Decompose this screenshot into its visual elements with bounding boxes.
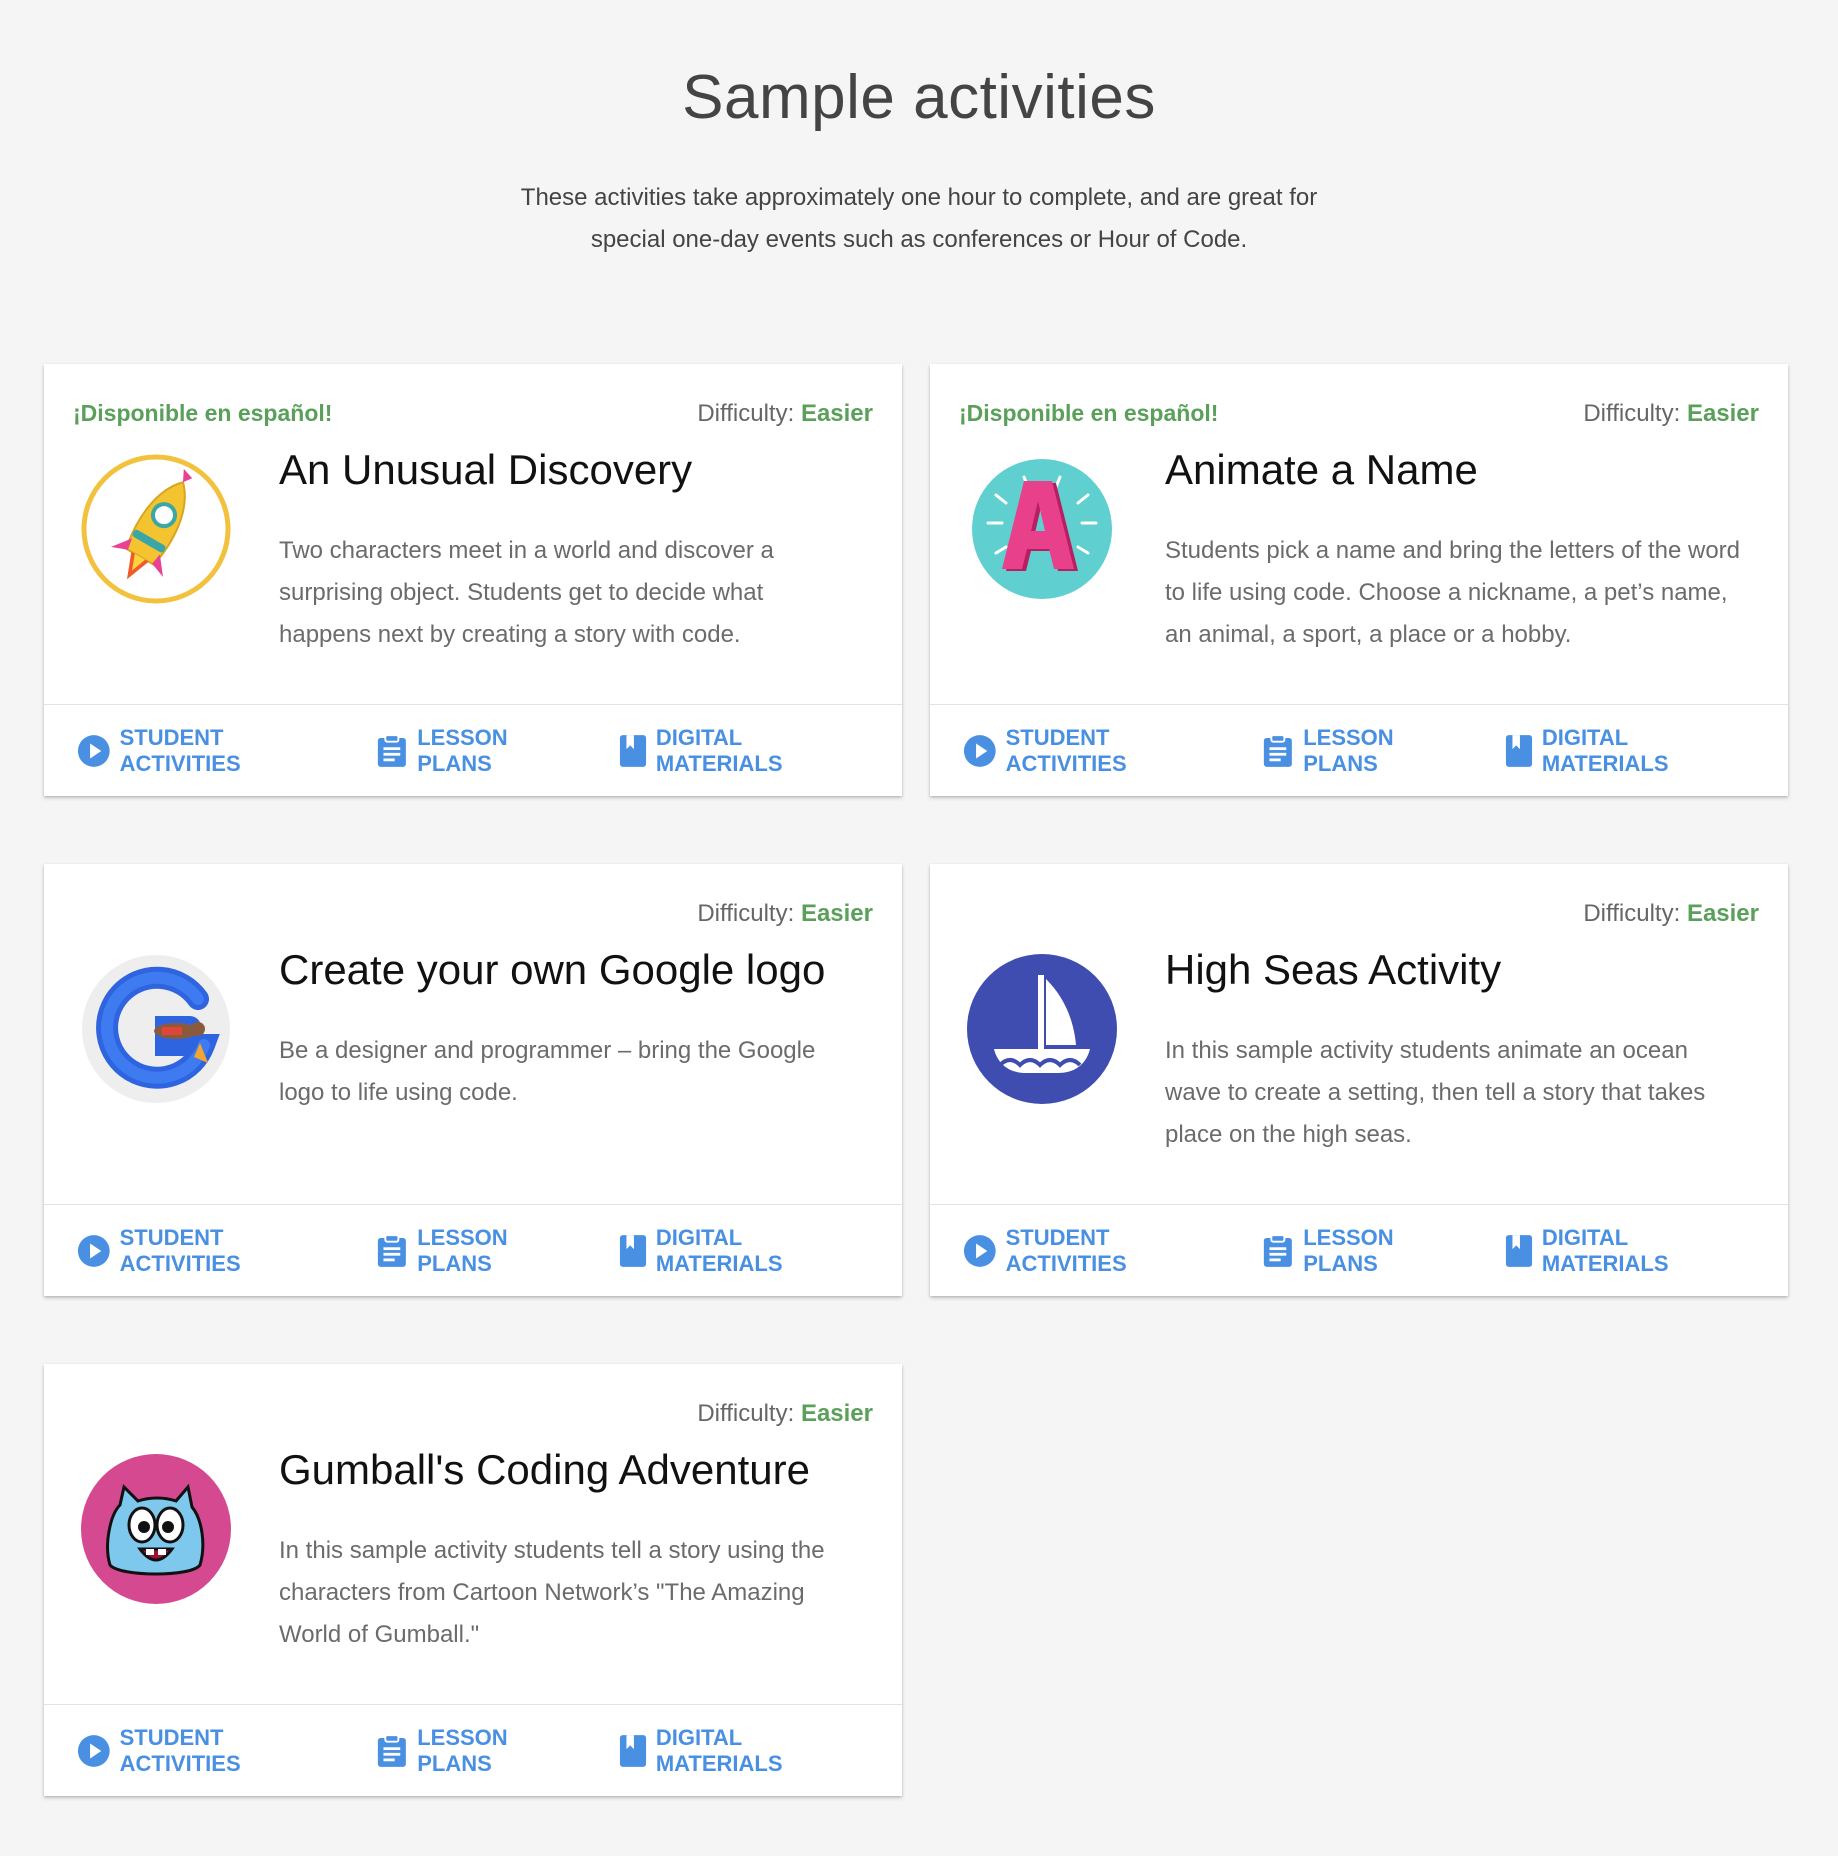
digital-materials-label: DIGITAL MATERIALS: [655, 1724, 783, 1776]
clipboard-icon: [1264, 1233, 1293, 1267]
digital-materials-label: DIGITAL MATERIALS: [1541, 1224, 1669, 1276]
clipboard-icon: [378, 733, 407, 767]
activity-card-unusual-discovery: ¡Disponible en español! Difficulty: Easi…: [44, 364, 902, 796]
activity-card-gumball: Difficulty: Easier Gumball's Coding Adve…: [44, 1364, 902, 1796]
digital-materials-link[interactable]: DIGITAL MATERIALS: [619, 725, 860, 777]
lesson-plans-label: LESSON PLANS: [417, 1724, 508, 1776]
digital-materials-link[interactable]: DIGITAL MATERIALS: [619, 1225, 860, 1277]
difficulty-level: Easier: [800, 900, 873, 927]
student-activities-label: STUDENT ACTIVITIES: [119, 724, 241, 776]
book-icon: [619, 1734, 646, 1767]
card-actions: STUDENT ACTIVITIES LESSON PLANS DIGITAL …: [930, 1204, 1788, 1296]
page-subtitle: These activities take approximately one …: [520, 184, 1318, 253]
lesson-plans-link[interactable]: LESSON PLANS: [1262, 725, 1462, 777]
difficulty-level: Easier: [800, 400, 873, 427]
card-description: Be a designer and programmer – bring the…: [279, 1037, 816, 1106]
digital-materials-label: DIGITAL MATERIALS: [655, 1224, 783, 1276]
student-activities-link[interactable]: STUDENT ACTIVITIES: [77, 725, 334, 777]
lesson-plans-link[interactable]: LESSON PLANS: [376, 725, 576, 777]
lesson-plans-link[interactable]: LESSON PLANS: [376, 1725, 576, 1777]
gumball-icon: [80, 1453, 232, 1605]
difficulty-indicator: Difficulty: Easier: [697, 900, 873, 928]
card-description: Two characters meet in a world and disco…: [279, 537, 774, 648]
card-description: In this sample activity students tell a …: [279, 1537, 825, 1648]
lesson-plans-label: LESSON PLANS: [417, 1224, 508, 1276]
card-actions: STUDENT ACTIVITIES LESSON PLANS DIGITAL …: [44, 1204, 902, 1296]
letter-a-icon: [966, 453, 1118, 605]
digital-materials-link[interactable]: DIGITAL MATERIALS: [1505, 725, 1746, 777]
book-icon: [619, 734, 646, 767]
difficulty-indicator: Difficulty: Easier: [697, 1400, 873, 1428]
card-title: Animate a Name: [1165, 446, 1478, 493]
lesson-plans-label: LESSON PLANS: [1303, 724, 1394, 776]
spanish-available-tag: ¡Disponible en español!: [959, 400, 1219, 426]
card-actions: STUDENT ACTIVITIES LESSON PLANS DIGITAL …: [44, 704, 902, 796]
student-activities-link[interactable]: STUDENT ACTIVITIES: [963, 1225, 1220, 1277]
lesson-plans-label: LESSON PLANS: [417, 724, 508, 776]
digital-materials-link[interactable]: DIGITAL MATERIALS: [619, 1725, 860, 1777]
difficulty-level: Easier: [1686, 400, 1759, 427]
student-activities-label: STUDENT ACTIVITIES: [1005, 724, 1127, 776]
activity-card-high-seas: Difficulty: Easier High Seas Activity In…: [930, 864, 1788, 1296]
page-header: Sample activities These activities take …: [0, 0, 1838, 261]
clipboard-icon: [378, 1733, 407, 1767]
difficulty-indicator: Difficulty: Easier: [1583, 400, 1759, 428]
card-title: High Seas Activity: [1165, 946, 1502, 993]
difficulty-label: Difficulty:: [1583, 900, 1681, 927]
card-title: Create your own Google logo: [279, 946, 826, 993]
student-activities-link[interactable]: STUDENT ACTIVITIES: [77, 1225, 334, 1277]
digital-materials-label: DIGITAL MATERIALS: [655, 724, 783, 776]
card-description: Students pick a name and bring the lette…: [1165, 537, 1741, 648]
card-actions: STUDENT ACTIVITIES LESSON PLANS DIGITAL …: [44, 1704, 902, 1796]
difficulty-level: Easier: [1686, 900, 1759, 927]
spanish-available-tag: ¡Disponible en español!: [73, 400, 333, 426]
digital-materials-label: DIGITAL MATERIALS: [1541, 724, 1669, 776]
student-activities-link[interactable]: STUDENT ACTIVITIES: [963, 725, 1220, 777]
card-title: An Unusual Discovery: [279, 446, 693, 493]
digital-materials-link[interactable]: DIGITAL MATERIALS: [1505, 1225, 1746, 1277]
play-circle-icon: [963, 1234, 996, 1267]
book-icon: [1505, 1234, 1532, 1267]
card-title: Gumball's Coding Adventure: [279, 1446, 810, 1493]
student-activities-label: STUDENT ACTIVITIES: [1005, 1224, 1127, 1276]
student-activities-label: STUDENT ACTIVITIES: [119, 1724, 241, 1776]
play-circle-icon: [77, 1234, 110, 1267]
difficulty-label: Difficulty:: [697, 900, 795, 927]
activity-grid: ¡Disponible en español! Difficulty: Easi…: [44, 364, 1788, 1796]
student-activities-label: STUDENT ACTIVITIES: [119, 1224, 241, 1276]
page-title: Sample activities: [682, 63, 1156, 132]
rocket-icon: [80, 453, 232, 605]
clipboard-icon: [378, 1233, 407, 1267]
card-description: In this sample activity students animate…: [1165, 1037, 1706, 1148]
book-icon: [1505, 734, 1532, 767]
lesson-plans-link[interactable]: LESSON PLANS: [1262, 1225, 1462, 1277]
play-circle-icon: [77, 1734, 110, 1767]
play-circle-icon: [77, 734, 110, 767]
activity-card-animate-a-name: ¡Disponible en español! Difficulty: Easi…: [930, 364, 1788, 796]
book-icon: [619, 1234, 646, 1267]
activity-card-google-logo: Difficulty: Easier Create your own Googl…: [44, 864, 902, 1296]
google-g-icon: [80, 953, 232, 1105]
difficulty-indicator: Difficulty: Easier: [697, 400, 873, 428]
lesson-plans-label: LESSON PLANS: [1303, 1224, 1394, 1276]
difficulty-label: Difficulty:: [1583, 400, 1681, 427]
lesson-plans-link[interactable]: LESSON PLANS: [376, 1225, 576, 1277]
play-circle-icon: [963, 734, 996, 767]
card-actions: STUDENT ACTIVITIES LESSON PLANS DIGITAL …: [930, 704, 1788, 796]
sailboat-icon: [966, 953, 1118, 1105]
difficulty-level: Easier: [800, 1400, 873, 1427]
student-activities-link[interactable]: STUDENT ACTIVITIES: [77, 1725, 334, 1777]
difficulty-indicator: Difficulty: Easier: [1583, 900, 1759, 928]
difficulty-label: Difficulty:: [697, 400, 795, 427]
difficulty-label: Difficulty:: [697, 1400, 795, 1427]
clipboard-icon: [1264, 733, 1293, 767]
